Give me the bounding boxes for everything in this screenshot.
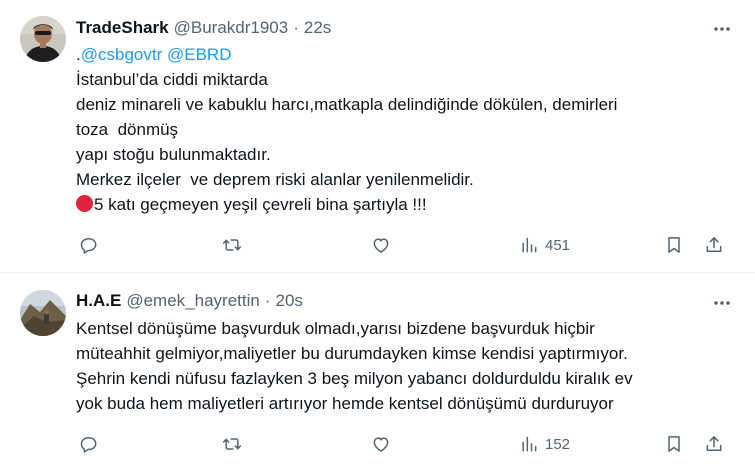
avatar[interactable] bbox=[20, 16, 66, 62]
retweet-button[interactable] bbox=[222, 232, 242, 258]
text-line: yapı stoğu bulunmaktadır. bbox=[76, 145, 271, 164]
mention-link[interactable]: @csbgovtr bbox=[81, 45, 163, 64]
tweet-actions: 451 bbox=[76, 232, 736, 258]
red-circle-emoji bbox=[76, 195, 93, 212]
avatar-image bbox=[20, 16, 66, 62]
share-icon bbox=[706, 237, 722, 252]
text-line: Kentsel dönüşüme başvurduk olmadı,yarısı… bbox=[76, 319, 595, 338]
timestamp[interactable]: 20s bbox=[276, 291, 303, 311]
separator-dot: · bbox=[293, 18, 299, 37]
user-handle[interactable]: @Burakdr1903 bbox=[174, 18, 289, 38]
share-button[interactable] bbox=[704, 431, 724, 457]
reply-button[interactable] bbox=[79, 431, 99, 457]
views-button[interactable]: 451 bbox=[519, 232, 570, 258]
more-icon bbox=[714, 27, 730, 31]
avatar[interactable] bbox=[20, 290, 66, 336]
text-line: 5 katı geçmeyen yeşil çevreli bina şartı… bbox=[76, 192, 716, 217]
text-line: Merkez ilçeler ve deprem riski alanlar y… bbox=[76, 170, 474, 189]
avatar-image bbox=[20, 290, 66, 336]
mentions-line: .@csbgovtr @EBRD bbox=[76, 42, 716, 67]
text-fragment: 5 katı geçmeyen yeşil çevreli bina şartı… bbox=[94, 195, 427, 214]
tweet-header: TradeShark @Burakdr1903 · 22s bbox=[76, 18, 331, 40]
display-name[interactable]: H.A.E bbox=[76, 291, 121, 311]
retweet-button[interactable] bbox=[222, 431, 242, 457]
text-line: yok buda hem maliyetleri artırıyor hemde… bbox=[76, 394, 614, 413]
text-line: müteahhit gelmiyor,maliyetler bu durumda… bbox=[76, 344, 628, 363]
bookmark-button[interactable] bbox=[664, 232, 684, 258]
views-button[interactable]: 152 bbox=[519, 431, 570, 457]
views-icon bbox=[522, 237, 537, 253]
views-count: 152 bbox=[545, 435, 571, 453]
reply-icon bbox=[80, 437, 97, 453]
more-button[interactable] bbox=[711, 18, 733, 40]
tweet-header: H.A.E @emek_hayrettin · 20s bbox=[76, 291, 303, 313]
like-icon bbox=[373, 437, 389, 452]
tweet[interactable]: H.A.E @emek_hayrettin · 20s Kentsel dönü… bbox=[0, 273, 755, 473]
tweet-actions: 152 bbox=[76, 431, 736, 457]
share-button[interactable] bbox=[704, 232, 724, 258]
retweet-icon bbox=[222, 438, 242, 450]
text-line: deniz minareli ve kabuklu harcı,matkapla… bbox=[76, 95, 618, 114]
like-button[interactable] bbox=[371, 232, 391, 258]
views-count: 451 bbox=[545, 236, 571, 254]
text-line: Şehrin kendi nüfusu fazlayken 3 beş mily… bbox=[76, 369, 633, 388]
views-icon bbox=[522, 436, 537, 452]
tweet[interactable]: TradeShark @Burakdr1903 · 22s .@csbgovtr… bbox=[0, 0, 755, 273]
bookmark-button[interactable] bbox=[664, 431, 684, 457]
retweet-icon bbox=[222, 239, 242, 251]
more-icon bbox=[714, 301, 730, 305]
text-line: İstanbul’da ciddi miktarda bbox=[76, 70, 268, 89]
more-button[interactable] bbox=[711, 292, 733, 314]
tweet-text: .@csbgovtr @EBRD İstanbul’da ciddi mikta… bbox=[76, 42, 716, 217]
timestamp[interactable]: 22s bbox=[304, 18, 331, 38]
share-icon bbox=[706, 436, 722, 451]
mention-link[interactable]: @EBRD bbox=[167, 45, 232, 64]
user-handle[interactable]: @emek_hayrettin bbox=[126, 291, 260, 311]
bookmark-icon bbox=[668, 436, 680, 452]
like-icon bbox=[373, 238, 389, 253]
reply-button[interactable] bbox=[79, 232, 99, 258]
display-name[interactable]: TradeShark bbox=[76, 18, 169, 38]
separator-dot: · bbox=[264, 291, 271, 310]
like-button[interactable] bbox=[371, 431, 391, 457]
reply-icon bbox=[80, 238, 97, 254]
tweet-text: Kentsel dönüşüme başvurduk olmadı,yarısı… bbox=[76, 316, 716, 416]
bookmark-icon bbox=[668, 237, 680, 253]
text-line: toza dönmüş bbox=[76, 120, 179, 139]
